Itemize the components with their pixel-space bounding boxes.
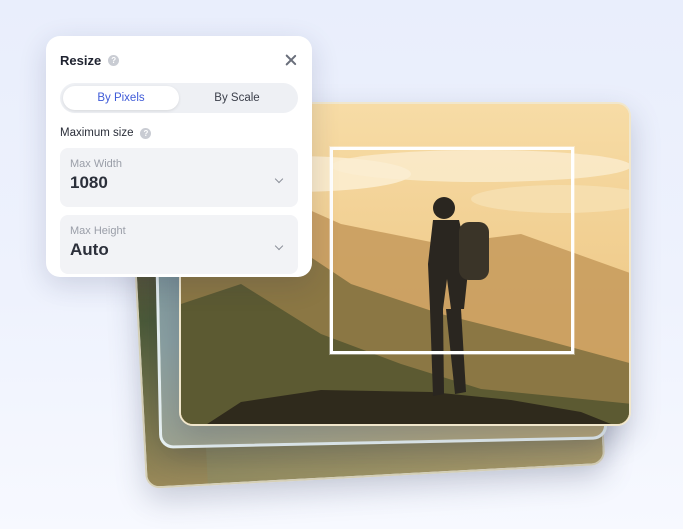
tab-by-pixels[interactable]: By Pixels <box>63 86 179 110</box>
max-width-select[interactable]: Max Width 1080 <box>60 148 298 207</box>
panel-title-group: Resize ? <box>60 52 120 68</box>
panel-header: Resize ? <box>60 50 298 70</box>
max-height-select[interactable]: Max Height Auto <box>60 215 298 274</box>
help-icon[interactable]: ? <box>108 54 120 66</box>
close-icon[interactable] <box>284 53 298 67</box>
help-icon[interactable]: ? <box>140 127 152 139</box>
resize-panel: Resize ? By Pixels By Scale Maximum size… <box>46 36 312 277</box>
max-width-value: 1080 <box>70 173 108 192</box>
max-width-label: Max Width <box>70 158 122 170</box>
max-height-label: Max Height <box>70 225 126 237</box>
maximum-size-label-group: Maximum size ? <box>60 127 298 139</box>
max-height-value: Auto <box>70 240 109 259</box>
resize-mode-toggle: By Pixels By Scale <box>60 83 298 113</box>
tab-by-scale[interactable]: By Scale <box>179 86 295 110</box>
panel-title: Resize <box>60 52 102 68</box>
crop-frame[interactable] <box>330 147 574 354</box>
maximum-size-label: Maximum size <box>60 127 134 139</box>
